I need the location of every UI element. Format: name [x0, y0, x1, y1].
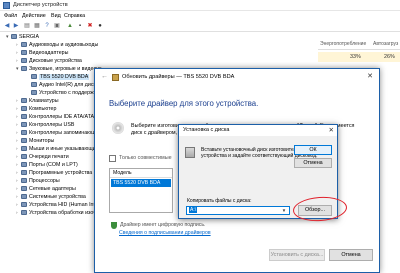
display-adapter-icon	[21, 49, 27, 55]
install-from-disk-titlebar[interactable]: Установка с диска ✕	[179, 125, 337, 136]
update-driver-icon[interactable]: ▲	[66, 22, 74, 30]
model-list-header[interactable]: Модель	[110, 169, 172, 178]
perf-value-power: 33%	[350, 54, 361, 60]
tree-item[interactable]: › Контроллеры запоминающих	[16, 129, 101, 137]
menu-action[interactable]: Действие	[22, 13, 46, 19]
tree-item[interactable]: › Устройства обработки изображ	[16, 209, 106, 217]
speaker-icon	[31, 81, 37, 87]
model-list[interactable]: Модель TBS 5520 DVB BDA	[109, 168, 173, 213]
tree-item[interactable]: › Очереди печати	[16, 153, 69, 161]
tree-item[interactable]: › Системные устройства	[16, 193, 86, 201]
menu-view[interactable]: Вид	[51, 13, 61, 19]
hid-icon	[21, 201, 27, 207]
tree-item[interactable]: › Мыши и иные указывающие	[16, 145, 99, 153]
model-list-selected-item[interactable]: TBS 5520 DVB BDA	[111, 179, 171, 187]
perf-col-startup[interactable]: Автозагруз	[373, 41, 398, 47]
floppy-drive-icon	[185, 147, 195, 158]
controller-icon	[21, 113, 27, 119]
back-arrow-icon[interactable]: ◀	[3, 22, 11, 30]
system-device-icon	[21, 193, 27, 199]
update-drivers-titlebar[interactable]: ← Обновить драйверы — TBS 5520 DVB BDA ✕	[95, 69, 379, 86]
perf-values-row: 33% 26%	[318, 52, 400, 62]
perf-col-power[interactable]: Энергопотребление	[320, 41, 366, 47]
tree-item[interactable]: › Дисковые устройства	[16, 57, 82, 65]
ok-button[interactable]: ОК	[294, 145, 332, 155]
properties-icon[interactable]: ▤	[23, 22, 31, 30]
tree-item-root[interactable]: ▾ SERGIA	[6, 33, 39, 41]
window-title: Диспетчер устройств	[13, 2, 68, 8]
view-icon[interactable]: ▣	[53, 22, 61, 30]
forward-arrow-icon[interactable]: ▶	[12, 22, 20, 30]
compatible-only-checkbox[interactable]	[109, 155, 116, 162]
tree-item[interactable]: ▾ Звуковые, игровые и видеоус...	[16, 65, 106, 73]
computer-icon	[21, 105, 27, 111]
tree-item[interactable]: › Клавиатуры	[16, 97, 59, 105]
tree-item[interactable]: › Контроллеры IDE ATA/ATAPI	[16, 113, 99, 121]
imaging-device-icon	[21, 209, 27, 215]
back-arrow-icon[interactable]: ←	[101, 73, 108, 80]
disk-drive-icon	[21, 57, 27, 63]
uninstall-device-icon[interactable]: ✖	[86, 22, 94, 30]
dialog-title: Установка с диска	[183, 127, 230, 133]
tree-item[interactable]: › Мониторы	[16, 137, 54, 145]
copy-from-path-value[interactable]: A:\	[189, 207, 198, 213]
tree-item[interactable]: › Компьютер	[16, 105, 56, 113]
keyboard-icon	[21, 97, 27, 103]
tv-tuner-icon	[31, 73, 37, 79]
perf-value-startup: 26%	[384, 54, 395, 60]
shield-icon	[111, 222, 117, 229]
audio-icon	[21, 41, 27, 47]
tree-item-selected[interactable]: TBS 5520 DVB BDA	[26, 73, 90, 81]
cancel-button[interactable]: Отмена	[329, 249, 373, 261]
tree-item[interactable]: › Видеоадаптеры	[16, 49, 68, 57]
menu-file[interactable]: Файл	[4, 13, 17, 19]
perf-header: Энергопотребление Автозагруз	[318, 38, 400, 50]
device-manager-titlebar[interactable]: Диспетчер устройств	[0, 0, 400, 11]
speaker-icon	[31, 89, 37, 95]
refresh-list-icon[interactable]: ▦	[33, 22, 41, 30]
tree-item[interactable]: › Порты (COM и LPT)	[16, 161, 78, 169]
scan-hardware-icon[interactable]: ●	[96, 22, 104, 30]
copy-from-path-combobox[interactable]: A:\ ▼	[186, 206, 290, 215]
help-icon[interactable]: ?	[43, 22, 51, 30]
monitor-icon	[21, 137, 27, 143]
tree-item[interactable]: › Программные устройства	[16, 169, 92, 177]
have-disk-button[interactable]: Установить с диска...	[269, 249, 325, 261]
driver-signing-link[interactable]: Сведения о подписывании драйверов	[119, 230, 211, 236]
processor-icon	[21, 177, 27, 183]
storage-controller-icon	[21, 129, 27, 135]
usb-icon	[21, 121, 27, 127]
close-icon[interactable]: ✕	[365, 72, 375, 82]
compatible-only-label: Только совместимые	[119, 155, 172, 161]
sound-icon	[21, 65, 27, 71]
toolbar: ◀ ▶ ▤ ▦ ? ▣ ▲ ▪ ✖ ●	[0, 21, 400, 32]
close-icon[interactable]: ✕	[329, 126, 334, 134]
menu-help[interactable]: Справка	[64, 13, 85, 19]
dialog-cancel-button[interactable]: Отмена	[294, 158, 332, 168]
page-heading: Выберите драйвер для этого устройства.	[109, 99, 259, 108]
printer-icon	[21, 153, 27, 159]
port-icon	[21, 161, 27, 167]
copy-from-label: Копировать файлы с диска:	[187, 198, 252, 204]
chevron-down-icon[interactable]: ▼	[280, 207, 288, 214]
signed-note: Драйвер имеет цифровую подпись.	[120, 222, 206, 228]
menu-bar: Файл Действие Вид Справка	[0, 11, 400, 21]
mouse-icon	[21, 145, 27, 151]
tree-item[interactable]: › Контроллеры USB	[16, 121, 74, 129]
disable-device-icon[interactable]: ▪	[76, 22, 84, 30]
software-device-icon	[21, 169, 27, 175]
disc-icon	[112, 122, 124, 134]
tree-item[interactable]: › Сетевые адаптеры	[16, 185, 76, 193]
update-drivers-title: Обновить драйверы — TBS 5520 DVB BDA	[122, 74, 235, 80]
network-adapter-icon	[21, 185, 27, 191]
tree-item[interactable]: › Процессоры	[16, 177, 60, 185]
device-manager-icon	[3, 2, 10, 9]
computer-icon	[11, 33, 17, 39]
tree-item[interactable]: › Аудиовходы и аудиовыходы	[16, 41, 98, 49]
device-icon	[112, 74, 119, 81]
